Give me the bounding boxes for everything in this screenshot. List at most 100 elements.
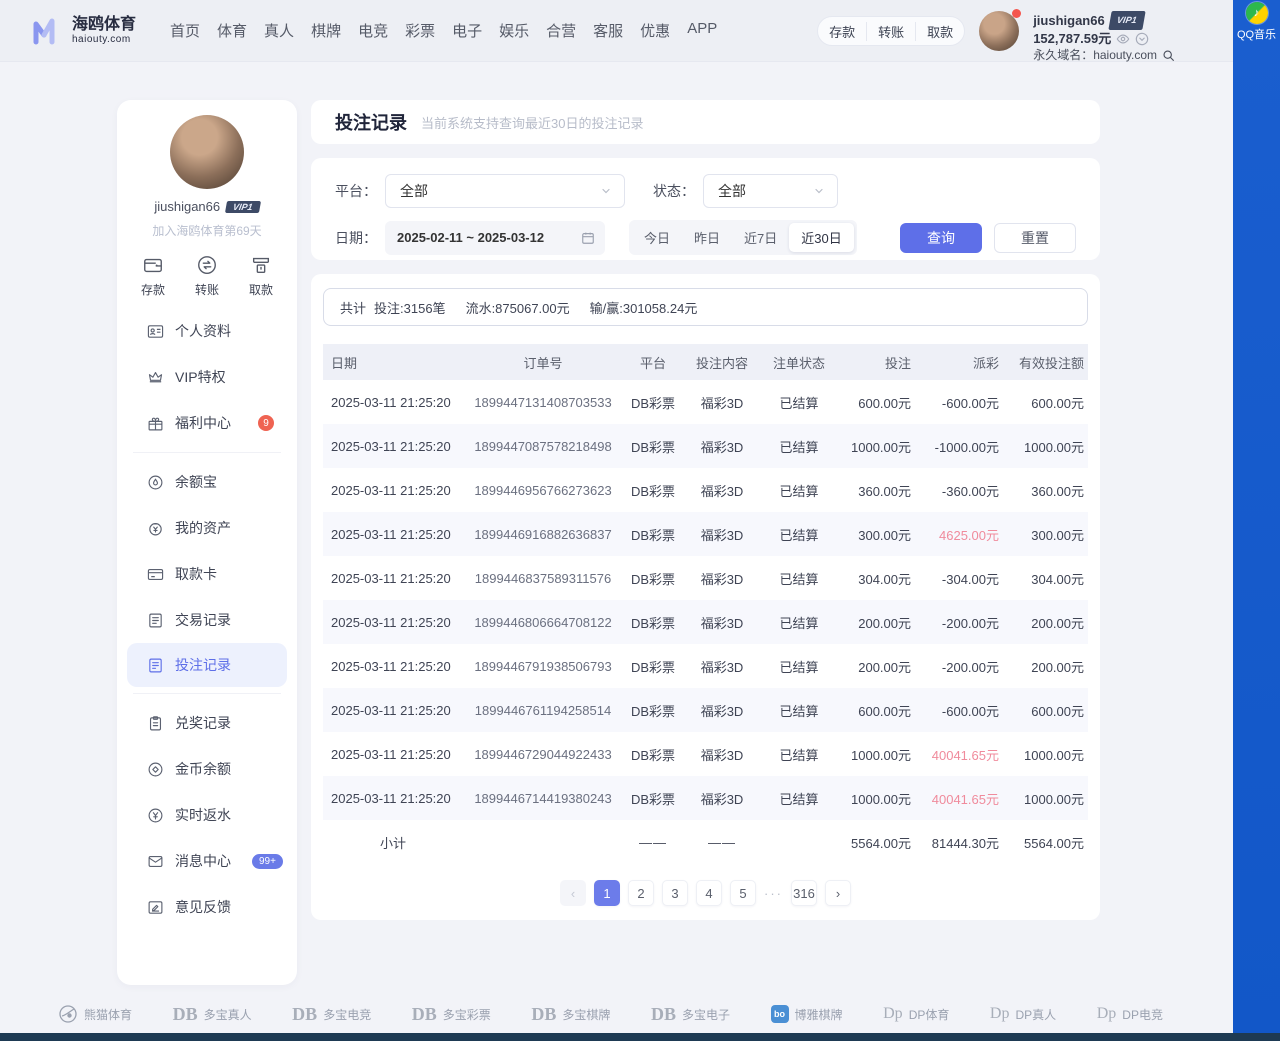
- sidebar-menu: 个人资料 VIP特权 福利中心 9 余额宝 我的资: [117, 308, 297, 930]
- reset-button[interactable]: 重置: [994, 223, 1076, 253]
- user-cluster: 存款 转账 取款 jiushigan66 VIP1 152,787.59元: [817, 11, 1175, 64]
- sidebar-item-assets[interactable]: 我的资产: [117, 505, 297, 551]
- sidebar-item-label: 我的资产: [175, 518, 231, 538]
- sidebar-item-profile[interactable]: 个人资料: [117, 308, 297, 354]
- quick-transfer-button[interactable]: 转账: [195, 254, 219, 298]
- refresh-balance-icon[interactable]: [1135, 32, 1149, 46]
- col-valid: 有效投注额: [1003, 353, 1088, 372]
- partner-footer: 熊猫体育 DB 多宝真人 DB 多宝电竞 DB 多宝彩票 DB 多宝棋牌 DB …: [0, 1004, 1233, 1024]
- cell-valid: 1000.00元: [1003, 789, 1088, 808]
- partner-dp-sports[interactable]: Dp DP体育: [883, 1006, 949, 1023]
- date-range-input[interactable]: 2025-02-11 ~ 2025-03-12: [385, 221, 605, 255]
- nav-item-lottery[interactable]: 彩票: [405, 20, 435, 41]
- cell-date: 2025-03-11 21:25:20: [323, 483, 463, 498]
- sidebar-item-feedback[interactable]: 意见反馈: [117, 884, 297, 930]
- sidebar-item-coin-balance[interactable]: 金币余额: [117, 746, 297, 792]
- sidebar-item-transactions[interactable]: 交易记录: [117, 597, 297, 643]
- table-row: 2025-03-11 21:25:20 1899446791938506793 …: [323, 644, 1088, 688]
- eye-icon[interactable]: [1116, 32, 1130, 46]
- page-button-4[interactable]: 4: [696, 880, 722, 906]
- browser-page: 海鸥体育 haiouty.com 首页 体育 真人 棋牌 电竞 彩票 电子 娱乐…: [0, 0, 1233, 1033]
- page-button-5[interactable]: 5: [730, 880, 756, 906]
- deposit-button[interactable]: 存款: [818, 22, 866, 41]
- sidebar-vip-badge: VIP1: [225, 201, 261, 213]
- range-today-button[interactable]: 今日: [632, 223, 682, 252]
- cell-payout: 40041.65元: [915, 789, 1003, 808]
- cell-bet: 200.00元: [837, 613, 915, 632]
- sidebar-item-vip[interactable]: VIP特权: [117, 354, 297, 400]
- username: jiushigan66: [1033, 12, 1105, 29]
- partner-db-live[interactable]: DB 多宝真人: [173, 1005, 252, 1023]
- col-order: 订单号: [463, 353, 623, 372]
- sidebar-item-withdraw-card[interactable]: 取款卡: [117, 551, 297, 597]
- next-page-button[interactable]: ›: [825, 880, 851, 906]
- partner-boya[interactable]: bo 博雅棋牌: [771, 1005, 843, 1023]
- bank-card-icon: [147, 566, 164, 583]
- nav-item-home[interactable]: 首页: [170, 20, 200, 41]
- sidebar-item-yuebao[interactable]: 余额宝: [117, 459, 297, 505]
- prev-page-button[interactable]: ‹: [560, 880, 586, 906]
- quick-withdraw-button[interactable]: 取款: [249, 254, 273, 298]
- sidebar-item-redeem[interactable]: 兑奖记录: [117, 700, 297, 746]
- nav-item-entertainment[interactable]: 娱乐: [499, 20, 529, 41]
- partner-db-board[interactable]: DB 多宝棋牌: [531, 1005, 610, 1023]
- table-row: 2025-03-11 21:25:20 1899447087578218498 …: [323, 424, 1088, 468]
- cell-payout: 40041.65元: [915, 745, 1003, 764]
- partner-dp-live[interactable]: Dp DP真人: [990, 1006, 1056, 1023]
- page-button-last[interactable]: 316: [791, 880, 817, 906]
- avatar[interactable]: [979, 11, 1019, 51]
- cell-platform: DB彩票: [623, 393, 683, 412]
- date-label: 日期：: [335, 228, 377, 248]
- partner-panda-sports[interactable]: 熊猫体育: [58, 1004, 132, 1024]
- range-7days-button[interactable]: 近7日: [732, 223, 789, 252]
- partner-db-lottery[interactable]: DB 多宝彩票: [412, 1005, 491, 1023]
- cell-order: 1899446714419380243: [463, 791, 623, 806]
- table-header-row: 日期 订单号 平台 投注内容 注单状态 投注 派彩 有效投注额: [323, 344, 1088, 380]
- cell-payout: -1000.00元: [915, 437, 1003, 456]
- calendar-icon: [581, 231, 595, 245]
- cell-platform: DB彩票: [623, 613, 683, 632]
- sidebar-item-bet-records[interactable]: 投注记录: [127, 643, 287, 687]
- nav-item-slots[interactable]: 电子: [452, 20, 482, 41]
- nav-item-affiliate[interactable]: 合营: [546, 20, 576, 41]
- taskbar-edge: [0, 1033, 1280, 1041]
- welfare-badge: 9: [258, 415, 274, 431]
- page-button-3[interactable]: 3: [662, 880, 688, 906]
- status-select[interactable]: 全部: [703, 174, 838, 208]
- sidebar-item-welfare[interactable]: 福利中心 9: [117, 400, 297, 446]
- transfer-button[interactable]: 转账: [866, 22, 915, 41]
- partner-db-esports[interactable]: DB 多宝电竞: [292, 1005, 371, 1023]
- sidebar-item-rebate[interactable]: 实时返水: [117, 792, 297, 838]
- nav-item-app[interactable]: APP: [687, 20, 717, 41]
- partner-dp-esports[interactable]: Dp DP电竞: [1097, 1006, 1163, 1023]
- subtotal-platform: ——: [623, 835, 683, 850]
- search-button[interactable]: 查询: [900, 223, 982, 253]
- nav-item-sports[interactable]: 体育: [217, 20, 247, 41]
- brand-logo[interactable]: 海鸥体育 haiouty.com: [30, 16, 136, 46]
- nav-item-service[interactable]: 客服: [593, 20, 623, 41]
- sidebar-avatar[interactable]: [170, 115, 244, 189]
- platform-select[interactable]: 全部: [385, 174, 625, 208]
- pagination-ellipsis[interactable]: ···: [764, 886, 783, 901]
- partner-db-slots[interactable]: DB 多宝电子: [651, 1005, 730, 1023]
- cell-status: 已结算: [761, 745, 837, 764]
- qq-music-desktop-icon[interactable]: ♪ QQ音乐: [1233, 2, 1280, 42]
- subtotal-content: ——: [683, 835, 761, 850]
- cell-order: 1899446806664708122: [463, 615, 623, 630]
- withdraw-button[interactable]: 取款: [915, 22, 964, 41]
- nav-item-live[interactable]: 真人: [264, 20, 294, 41]
- nav-item-esports[interactable]: 电竞: [358, 20, 388, 41]
- page-button-1[interactable]: 1: [594, 880, 620, 906]
- withdraw-icon: [250, 254, 272, 276]
- cell-platform: DB彩票: [623, 525, 683, 544]
- range-yesterday-button[interactable]: 昨日: [682, 223, 732, 252]
- search-icon[interactable]: [1162, 49, 1175, 62]
- quick-deposit-button[interactable]: 存款: [141, 254, 165, 298]
- range-30days-button[interactable]: 近30日: [789, 223, 853, 252]
- page-button-2[interactable]: 2: [628, 880, 654, 906]
- sidebar-item-messages[interactable]: 消息中心 99+: [117, 838, 297, 884]
- summary-winloss: 输/赢:301058.24元: [590, 298, 698, 317]
- vip-badge: VIP1: [1108, 11, 1145, 30]
- nav-item-board[interactable]: 棋牌: [311, 20, 341, 41]
- nav-item-promo[interactable]: 优惠: [640, 20, 670, 41]
